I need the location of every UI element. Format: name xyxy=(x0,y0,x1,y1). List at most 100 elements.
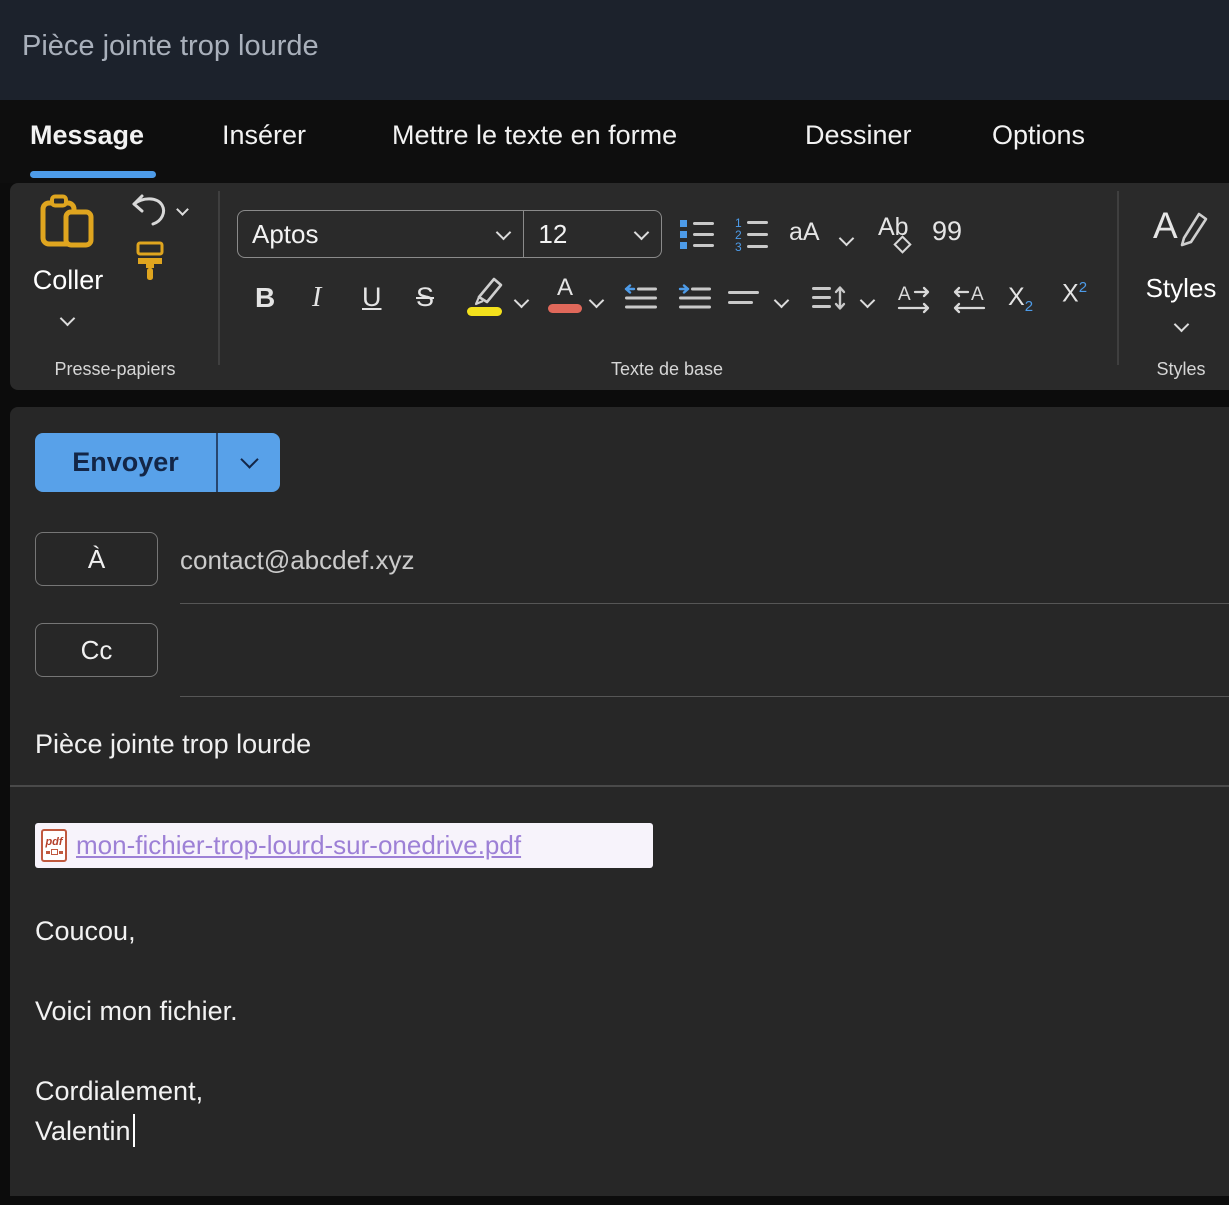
underline-button[interactable]: U xyxy=(362,282,382,313)
bullet-list-button[interactable] xyxy=(678,215,716,253)
clipboard-group-label: Presse-papiers xyxy=(10,359,220,380)
line-spacing-button[interactable] xyxy=(810,283,848,313)
title-bar: Pièce jointe trop lourde xyxy=(0,0,1229,100)
tab-dessiner[interactable]: Dessiner xyxy=(805,120,912,151)
ribbon-tab-bar: Message Insérer Mettre le texte en forme… xyxy=(0,100,1229,183)
highlighter-icon xyxy=(465,275,505,317)
quote-button[interactable]: 99 xyxy=(932,216,962,247)
change-case-chevron[interactable] xyxy=(841,231,852,249)
attachment-chip[interactable]: pdf mon-fichier-trop-lourd-sur-onedrive.… xyxy=(35,823,653,868)
bold-button[interactable]: B xyxy=(255,282,275,314)
body-divider xyxy=(10,785,1229,787)
undo-dropdown-chevron[interactable] xyxy=(178,201,187,219)
chevron-down-icon xyxy=(496,224,512,240)
text-direction-rtl-button[interactable]: A xyxy=(950,283,988,315)
chevron-down-icon xyxy=(240,450,258,468)
subject-field[interactable]: Pièce jointe trop lourde xyxy=(35,729,1195,760)
line-spacing-dropdown-chevron[interactable] xyxy=(862,293,873,311)
format-painter-icon xyxy=(135,241,165,285)
undo-icon xyxy=(130,193,170,229)
paste-dropdown-chevron[interactable] xyxy=(62,311,73,329)
svg-text:A: A xyxy=(1153,205,1178,246)
format-painter-button[interactable] xyxy=(135,241,165,285)
outdent-button[interactable] xyxy=(622,283,660,313)
chevron-down-icon xyxy=(1174,317,1190,333)
undo-button[interactable] xyxy=(130,193,170,229)
subscript-button[interactable]: X2 xyxy=(1008,283,1033,315)
window-title: Pièce jointe trop lourde xyxy=(22,30,319,63)
to-button[interactable]: À xyxy=(35,532,158,586)
outdent-icon xyxy=(623,284,659,312)
clipboard-paste-icon xyxy=(38,193,98,249)
attachment-link[interactable]: mon-fichier-trop-lourd-sur-onedrive.pdf xyxy=(76,830,521,861)
paste-label[interactable]: Coller xyxy=(18,265,118,296)
chevron-down-icon xyxy=(774,293,790,309)
font-family-select[interactable]: Aptos xyxy=(238,211,523,257)
clear-formatting-button[interactable]: Ab xyxy=(878,213,920,257)
change-case-button[interactable]: aA xyxy=(789,218,820,247)
styles-group-label: Styles xyxy=(1131,359,1229,380)
align-button[interactable] xyxy=(726,287,762,311)
superscript-button[interactable]: X2 xyxy=(1062,279,1087,308)
pdf-file-icon: pdf xyxy=(41,829,67,862)
font-color-dropdown-chevron[interactable] xyxy=(591,293,602,311)
tab-format-text[interactable]: Mettre le texte en forme xyxy=(392,120,677,151)
styles-label[interactable]: Styles xyxy=(1131,273,1229,304)
cc-button[interactable]: Cc xyxy=(35,623,158,677)
send-split-button: Envoyer xyxy=(35,433,280,492)
font-color-button[interactable]: A xyxy=(547,275,583,317)
chevron-down-icon xyxy=(860,293,876,309)
rtl-icon: A xyxy=(951,284,987,314)
chevron-down-icon xyxy=(514,293,530,309)
outlook-compose-window: Pièce jointe trop lourde Message Insérer… xyxy=(0,0,1229,1205)
svg-text:A: A xyxy=(898,284,911,305)
numbered-list-icon: 1 2 3 xyxy=(733,216,769,252)
align-dropdown-chevron[interactable] xyxy=(776,293,787,311)
send-dropdown-button[interactable] xyxy=(218,433,280,492)
tab-options[interactable]: Options xyxy=(992,120,1085,151)
indent-button[interactable] xyxy=(676,283,714,313)
highlight-button[interactable] xyxy=(465,275,505,317)
styles-dropdown-chevron[interactable] xyxy=(1176,317,1187,335)
compose-panel: Envoyer À contact@abcdef.xyz Cc Pièce jo… xyxy=(10,407,1229,1196)
text-direction-ltr-button[interactable]: A xyxy=(896,283,934,315)
styles-button[interactable]: A xyxy=(1153,201,1209,251)
send-button[interactable]: Envoyer xyxy=(35,433,216,492)
to-recipients-field[interactable]: contact@abcdef.xyz xyxy=(180,532,1229,588)
indent-icon xyxy=(677,284,713,312)
body-line xyxy=(35,1031,1195,1071)
text-cursor xyxy=(133,1114,135,1147)
to-field-underline xyxy=(180,603,1229,604)
active-tab-indicator xyxy=(30,171,156,178)
font-size-select[interactable]: 12 xyxy=(524,211,661,257)
tab-inserer[interactable]: Insérer xyxy=(222,120,306,151)
highlight-dropdown-chevron[interactable] xyxy=(516,293,527,311)
body-line: Cordialement, xyxy=(35,1071,1195,1111)
italic-button[interactable]: I xyxy=(312,282,321,314)
bullet-list-icon xyxy=(679,216,715,252)
body-line: Valentin xyxy=(35,1111,1195,1151)
text-group-label: Texte de base xyxy=(567,359,767,380)
font-color-letter: A xyxy=(547,275,583,301)
strikethrough-button[interactable]: S xyxy=(416,282,434,313)
svg-text:3: 3 xyxy=(735,240,742,252)
svg-text:A: A xyxy=(971,284,984,305)
message-body-editor[interactable]: Coucou, Voici mon fichier. Cordialement,… xyxy=(35,911,1195,1151)
ltr-icon: A xyxy=(897,284,933,314)
numbered-list-button[interactable]: 1 2 3 xyxy=(732,215,770,253)
paste-button[interactable] xyxy=(38,193,98,249)
to-recipient-value: contact@abcdef.xyz xyxy=(180,545,1229,576)
chevron-down-icon xyxy=(589,293,605,309)
cc-recipients-field[interactable] xyxy=(180,623,1229,679)
body-line: Coucou, xyxy=(35,911,1195,951)
font-size-value: 12 xyxy=(538,219,567,250)
cc-field-underline xyxy=(180,696,1229,697)
chevron-down-icon xyxy=(634,224,650,240)
line-spacing-icon xyxy=(811,284,847,312)
styles-icon: A xyxy=(1153,201,1209,251)
font-color-swatch xyxy=(548,304,582,313)
tab-message[interactable]: Message xyxy=(30,120,144,151)
body-line xyxy=(35,951,1195,991)
chevron-down-icon xyxy=(176,203,189,216)
chevron-down-icon xyxy=(60,311,76,327)
